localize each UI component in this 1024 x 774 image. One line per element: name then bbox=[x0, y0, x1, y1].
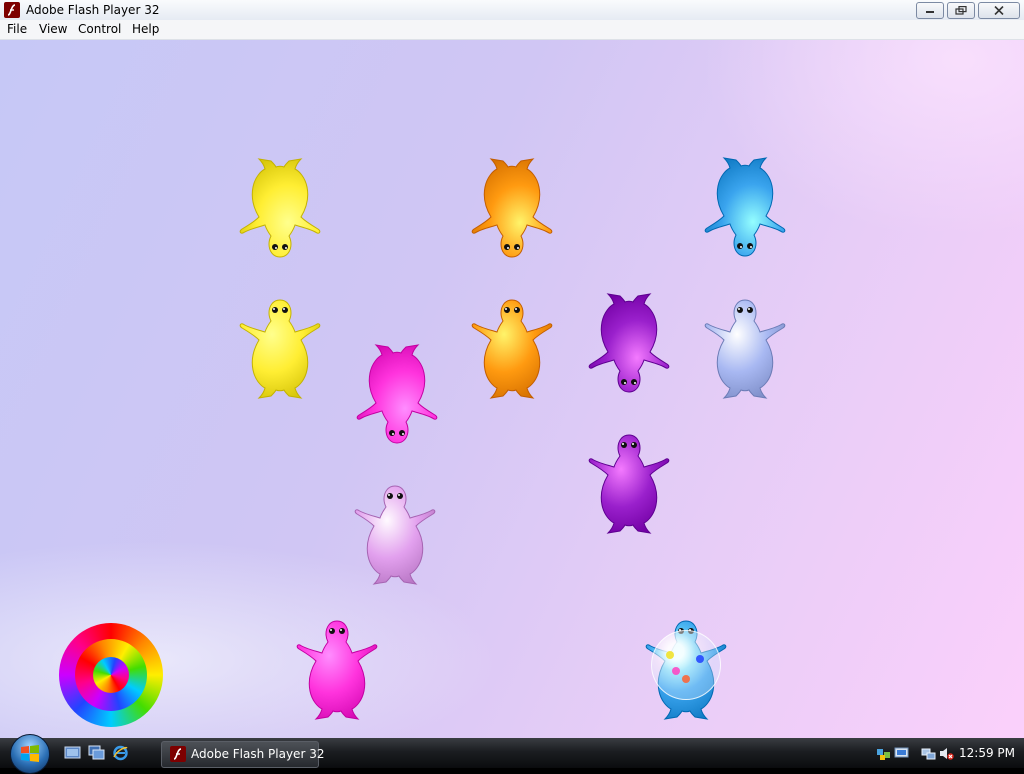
bubble-dot bbox=[666, 651, 674, 659]
volume-muted-icon[interactable] bbox=[939, 746, 954, 761]
flash-stage[interactable] bbox=[0, 40, 1024, 738]
pale-pink-creature[interactable] bbox=[350, 482, 440, 586]
orange-creature-upside-down[interactable] bbox=[467, 157, 557, 261]
bubble-dot bbox=[672, 667, 680, 675]
menu-control[interactable]: Control bbox=[78, 22, 121, 36]
menu-view[interactable]: View bbox=[39, 22, 67, 36]
taskbar: Adobe Flash Player 32 12:59 PM bbox=[0, 734, 1024, 774]
light-blue-creature[interactable] bbox=[700, 296, 790, 400]
bubble-dot bbox=[696, 655, 704, 663]
internet-explorer-icon[interactable] bbox=[112, 745, 129, 761]
bubble-dot bbox=[682, 675, 690, 683]
menu-help[interactable]: Help bbox=[132, 22, 159, 36]
magenta-creature-upside-down[interactable] bbox=[352, 343, 442, 447]
restore-button[interactable] bbox=[947, 2, 975, 19]
flash-player-window: Adobe Flash Player 32 File View Control … bbox=[0, 0, 1024, 738]
restore-icon bbox=[955, 6, 967, 15]
tray-app-icon[interactable] bbox=[876, 746, 891, 761]
system-tray: 12:59 PM bbox=[868, 741, 1024, 766]
bubble-icon[interactable] bbox=[651, 630, 721, 700]
rainbow-spiral-icon[interactable] bbox=[59, 623, 163, 727]
menu-file[interactable]: File bbox=[7, 22, 27, 36]
tray-app-icon-2[interactable] bbox=[894, 746, 909, 761]
spiral-middle-ring bbox=[75, 639, 147, 711]
show-desktop-icon[interactable] bbox=[64, 745, 81, 761]
purple-creature-upside-down[interactable] bbox=[584, 292, 674, 396]
minimize-icon bbox=[926, 11, 934, 13]
orange-creature[interactable] bbox=[467, 296, 557, 400]
purple-creature[interactable] bbox=[584, 431, 674, 535]
spiral-core bbox=[93, 657, 129, 693]
clock[interactable]: 12:59 PM bbox=[959, 746, 1015, 760]
windows-start-icon[interactable] bbox=[10, 734, 50, 774]
close-button[interactable] bbox=[978, 2, 1020, 19]
yellow-creature[interactable] bbox=[235, 296, 325, 400]
menu-bar: File View Control Help bbox=[0, 20, 1024, 40]
taskbar-button-label: Adobe Flash Player 32 bbox=[191, 747, 325, 761]
network-icon[interactable] bbox=[921, 746, 936, 761]
close-icon bbox=[994, 6, 1004, 15]
switch-windows-icon[interactable] bbox=[88, 745, 105, 761]
flash-icon bbox=[4, 2, 20, 18]
magenta-creature-bottom[interactable] bbox=[292, 617, 382, 721]
window-title: Adobe Flash Player 32 bbox=[26, 3, 160, 17]
window-controls bbox=[916, 2, 1020, 19]
minimize-button[interactable] bbox=[916, 2, 944, 19]
taskbar-flash-player-button[interactable]: Adobe Flash Player 32 bbox=[161, 741, 324, 768]
yellow-creature-upside-down[interactable] bbox=[235, 157, 325, 261]
blue-creature-upside-down[interactable] bbox=[700, 156, 790, 260]
title-bar[interactable]: Adobe Flash Player 32 bbox=[0, 0, 1024, 21]
flash-icon bbox=[170, 746, 186, 762]
